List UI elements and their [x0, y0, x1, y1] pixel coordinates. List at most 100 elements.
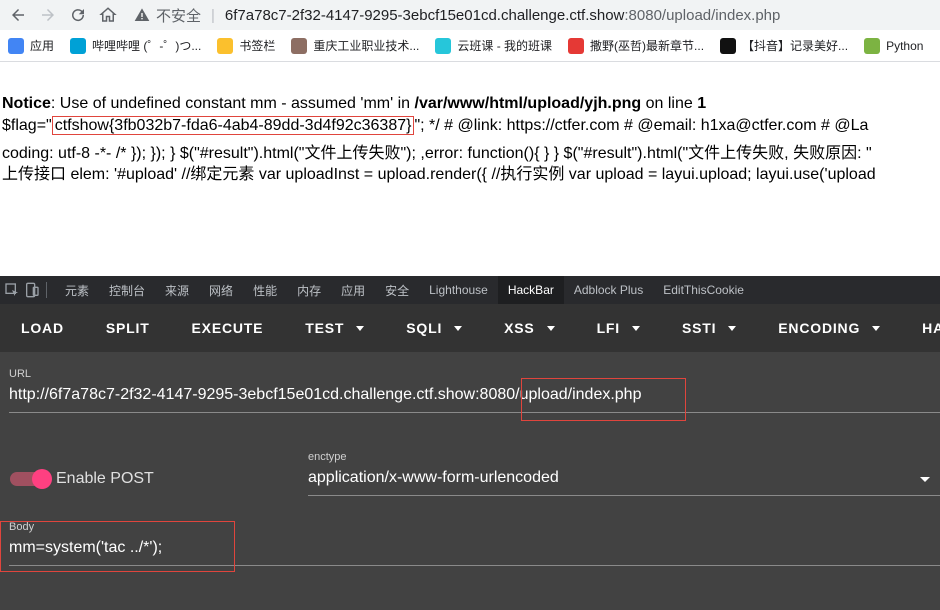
devtools-tab[interactable]: HackBar: [497, 276, 564, 304]
notice-file: /var/www/html/upload/yjh.png: [414, 95, 642, 112]
annotation-box-body: [0, 521, 235, 572]
bookmark-label: 应用: [30, 39, 55, 53]
apps-grid-icon: [8, 37, 24, 54]
url-field-underline: [9, 412, 940, 413]
hackbar-toolbar: LOAD SPLIT EXECUTE TEST SQLI XSS LFI SSTI ENCODI…: [0, 304, 940, 352]
bookmark-label: 哔哩哔哩 (゜-゜)つ...: [92, 39, 202, 53]
cloud-class-icon: [435, 37, 452, 54]
notice-online: on line: [641, 95, 698, 112]
line1-prefix: $flag=": [2, 117, 52, 134]
hackbar-button[interactable]: TEST: [284, 320, 385, 336]
url-field-label: URL: [9, 368, 32, 380]
hackbar-button[interactable]: SSTI: [661, 320, 757, 336]
hackbar-button-label: SQLI: [406, 320, 443, 336]
devtools-tab[interactable]: 来源: [165, 282, 189, 299]
enctype-underline: [308, 495, 940, 496]
hackbar-button[interactable]: ENCODING: [757, 320, 901, 336]
chevron-down-icon: [546, 325, 555, 331]
chevron-down-icon: [454, 325, 463, 331]
arrow-right-icon: [42, 9, 54, 21]
back-button[interactable]: [6, 3, 30, 27]
bookmark-item[interactable]: 撒野(巫哲)最新章节...: [568, 37, 704, 54]
hackbar-button[interactable]: XSS: [483, 320, 575, 336]
enctype-label: enctype: [308, 451, 347, 463]
toggle-knob: [32, 469, 52, 489]
enctype-select[interactable]: application/x-www-form-urlencoded: [308, 469, 559, 487]
line1-suffix: "; */ # @link: https://ctfer.com # @emai…: [414, 117, 869, 134]
inspect-element-icon[interactable]: [4, 282, 20, 298]
address-bar: 不安全 | 6f7a78c7-2f32-4147-9295-3ebcf15e01…: [0, 0, 940, 30]
hackbar-button[interactable]: EXECUTE: [171, 320, 285, 336]
source-line-3: 上传接口 elem: '#upload' //绑定元素 var uploadIn…: [2, 166, 876, 183]
home-icon: [99, 7, 117, 22]
omnibox-separator: |: [211, 6, 215, 24]
devtools-tab[interactable]: EditThisCookie: [663, 283, 744, 297]
hackbar-button-label: LFI: [596, 320, 620, 336]
notice-text: : Use of undefined constant mm - assumed…: [50, 95, 415, 112]
page-content: Notice: Use of undefined constant mm - a…: [0, 63, 940, 276]
arrow-left-icon: [12, 9, 24, 21]
devtools-tab[interactable]: Lighthouse: [429, 283, 488, 297]
hackbar-button[interactable]: LFI: [576, 320, 661, 336]
url-omnibox[interactable]: 不安全 | 6f7a78c7-2f32-4147-9295-3ebcf15e01…: [134, 2, 940, 28]
devtools-tab[interactable]: Adblock Plus: [574, 283, 643, 297]
devtools-tab[interactable]: 性能: [253, 282, 277, 299]
device-toolbar-icon[interactable]: [24, 282, 40, 298]
bookmark-item[interactable]: 【抖音】记录美好...: [720, 37, 848, 54]
url-host: 6f7a78c7-2f32-4147-9295-3ebcf15e01cd.cha…: [224, 6, 625, 24]
bookmark-label: 撒野(巫哲)最新章节...: [590, 39, 705, 53]
devtools-tab[interactable]: 控制台: [109, 282, 145, 299]
devtools-divider: [46, 282, 47, 298]
reload-button[interactable]: [66, 3, 90, 27]
php-notice: Notice: Use of undefined constant mm - a…: [2, 95, 706, 113]
notice-line: 1: [697, 95, 707, 112]
bookmark-item[interactable]: 重庆工业职业技术...: [291, 37, 419, 54]
enable-post-toggle[interactable]: [10, 469, 52, 489]
python-icon: [864, 37, 881, 54]
bookmark-item[interactable]: Python: [864, 37, 924, 54]
chevron-down-icon: [728, 325, 737, 331]
book-icon: [568, 37, 585, 54]
devtools-tab[interactable]: 内存: [297, 282, 321, 299]
devtools-tab[interactable]: 应用: [341, 282, 365, 299]
devtools-tab[interactable]: 网络: [209, 282, 233, 299]
bookmarks-bar: 应用 哔哩哔哩 (゜-゜)つ... 书签栏 重庆工业职业技术... 云班课 - 我的班课…: [0, 30, 940, 62]
bookmark-label: 【抖音】记录美好...: [742, 39, 849, 53]
chevron-down-icon: [872, 325, 881, 331]
bookmark-item[interactable]: 应用: [8, 37, 54, 54]
hackbar-button[interactable]: SPLIT: [85, 320, 171, 336]
insecure-label: 不安全: [156, 7, 202, 25]
flag-value: ctfshow{3fb032b7-fda6-4ab4-89dd-3d4f92c3…: [51, 116, 415, 135]
browser-window: 不安全 | 6f7a78c7-2f32-4147-9295-3ebcf15e01…: [0, 0, 940, 610]
annotation-box-url-path: [521, 378, 686, 421]
home-button[interactable]: [96, 3, 120, 27]
hackbar-button[interactable]: HASHING: [901, 320, 940, 336]
url-path: :8080/upload/index.php: [624, 6, 781, 24]
notice-label: Notice: [2, 95, 51, 112]
chevron-down-icon: [631, 325, 640, 331]
enctype-chevron-down-icon[interactable]: [920, 477, 930, 482]
hackbar-button-label: EXECUTE: [191, 320, 264, 336]
devtools-tab-bar: 元素 控制台 来源 网络 性能 内存 应用 安全 Lighthouse HackBar Adbloc…: [0, 276, 940, 304]
hackbar-button-label: LOAD: [21, 320, 64, 336]
devtools-tab[interactable]: 安全: [385, 282, 409, 299]
bookmark-label: 重庆工业职业技术...: [313, 39, 420, 53]
hackbar-button-label: TEST: [305, 320, 345, 336]
bookmark-item[interactable]: 哔哩哔哩 (゜-゜)つ...: [70, 37, 201, 54]
tiktok-icon: [720, 37, 737, 54]
bookmark-item[interactable]: 书签栏: [217, 37, 275, 54]
folder-icon: [217, 37, 234, 54]
hackbar-button[interactable]: SQLI: [385, 320, 483, 336]
hackbar-button-label: SPLIT: [105, 320, 150, 336]
hackbar-button[interactable]: LOAD: [0, 320, 85, 336]
school-icon: [291, 37, 308, 54]
enable-post-label: Enable POST: [56, 470, 154, 487]
hackbar-button-label: HASHING: [922, 320, 940, 336]
forward-button[interactable]: [36, 3, 60, 27]
bookmark-label: Python: [886, 38, 924, 53]
hackbar-button-label: SSTI: [681, 320, 717, 336]
bookmark-item[interactable]: 云班课 - 我的班课: [435, 37, 552, 54]
source-line-1: $flag=" ctfshow{3fb032b7-fda6-4ab4-89dd-3…: [2, 116, 869, 135]
reload-icon: [72, 9, 85, 22]
devtools-tab[interactable]: 元素: [65, 282, 89, 299]
